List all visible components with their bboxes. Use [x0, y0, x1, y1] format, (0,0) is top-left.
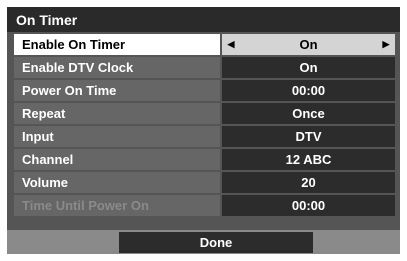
setting-row-volume[interactable]: Volume 20 [14, 172, 395, 193]
setting-value: 00:00 [222, 195, 395, 216]
setting-label: Time Until Power On [14, 195, 220, 216]
setting-value-selector[interactable]: ◀ On ▶ [222, 34, 395, 55]
setting-value: On [299, 37, 318, 52]
setting-row-enable-on-timer[interactable]: Enable On Timer ◀ On ▶ [14, 34, 395, 55]
setting-value: On [222, 57, 395, 78]
setting-row-enable-dtv-clock[interactable]: Enable DTV Clock On [14, 57, 395, 78]
done-button[interactable]: Done [119, 232, 313, 253]
setting-label: Channel [14, 149, 220, 170]
setting-row-time-until-power-on: Time Until Power On 00:00 [14, 195, 395, 216]
setting-label: Repeat [14, 103, 220, 124]
setting-value: 20 [222, 172, 395, 193]
setting-label: Enable DTV Clock [14, 57, 220, 78]
left-arrow-icon[interactable]: ◀ [226, 34, 236, 55]
setting-value: DTV [222, 126, 395, 147]
setting-row-power-on-time[interactable]: Power On Time 00:00 [14, 80, 395, 101]
title-bar: On Timer [7, 7, 400, 32]
setting-row-channel[interactable]: Channel 12 ABC [14, 149, 395, 170]
setting-row-repeat[interactable]: Repeat Once [14, 103, 395, 124]
settings-list: Enable On Timer ◀ On ▶ Enable DTV Clock … [14, 34, 395, 218]
right-arrow-icon[interactable]: ▶ [381, 34, 391, 55]
on-timer-dialog: On Timer Enable On Timer ◀ On ▶ Enable D… [7, 7, 400, 254]
setting-label: Power On Time [14, 80, 220, 101]
footer-bar: Done [7, 230, 400, 254]
dialog-title: On Timer [16, 12, 78, 28]
setting-row-input[interactable]: Input DTV [14, 126, 395, 147]
setting-value: 12 ABC [222, 149, 395, 170]
setting-value: Once [222, 103, 395, 124]
setting-label: Input [14, 126, 220, 147]
setting-label: Volume [14, 172, 220, 193]
setting-label: Enable On Timer [14, 34, 220, 55]
setting-value: 00:00 [222, 80, 395, 101]
